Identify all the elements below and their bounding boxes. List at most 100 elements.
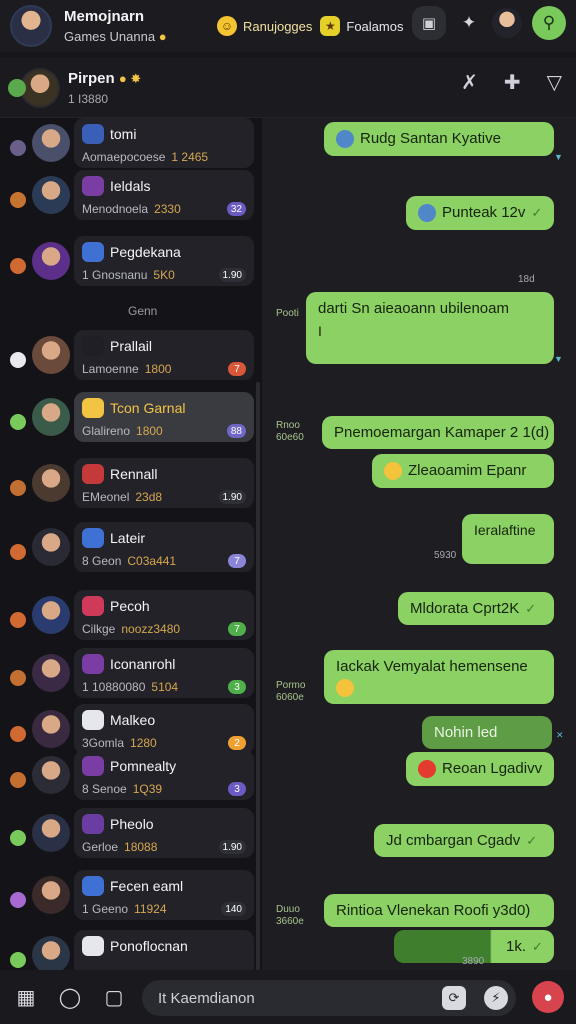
chat-card[interactable]: Fecen eaml 1 Geeno 11924 140 [74, 870, 254, 920]
chat-card[interactable]: Rennall EMeonel 23d8 1.90 [74, 458, 254, 508]
user-avatar[interactable] [10, 5, 52, 47]
chat-name-row: Tcon Garnal [82, 398, 246, 418]
app-icon [82, 398, 104, 418]
chat-card[interactable]: Pomnealty 8 Senoe 1Q39 3 [74, 750, 254, 800]
avatar[interactable] [32, 936, 70, 970]
microphone-icon[interactable]: ● [532, 981, 564, 1013]
emoji-icon[interactable]: ⚡ [484, 986, 508, 1010]
chat-list-item[interactable]: Rennall EMeonel 23d8 1.90 [6, 458, 254, 514]
chat-name-row: Pheolo [82, 814, 246, 834]
chat-preview: Lamoenne [82, 362, 139, 376]
media-icon[interactable]: ▢ [98, 981, 130, 1013]
contact-info[interactable]: Pirpen ● ✸ 1 I3880 [68, 70, 141, 106]
message-bubble[interactable]: Rudg Santan Kyative [324, 122, 554, 157]
message-bubble[interactable]: Pnemoemargan Kamaper 2 1(d) [322, 416, 554, 449]
avatar[interactable] [32, 596, 70, 634]
chat-card[interactable]: Ponoflocnan [74, 930, 254, 970]
avatar[interactable] [32, 336, 70, 374]
chat-list-item[interactable]: Prallail Lamoenne 1800 7 [6, 330, 254, 386]
chat-list-item[interactable]: Pomnealty 8 Senoe 1Q39 3 [6, 750, 254, 806]
chat-list-item[interactable]: Ponoflocnan [6, 930, 254, 970]
message-bubble[interactable]: Reoan Lgadivv [406, 752, 554, 787]
avatar[interactable] [32, 876, 70, 914]
chat-list-item[interactable]: tomi Aomaepocoese 1 2465 [6, 118, 254, 174]
app-title-block: Memojnarn Games Unanna ● [64, 8, 209, 44]
message-bubble[interactable]: darti Sn aieaoann ubilenoam I [306, 292, 554, 364]
chat-name-row: Rennall [82, 464, 246, 484]
tools-icon[interactable]: ✗ [461, 70, 478, 95]
avatar[interactable] [32, 756, 70, 794]
bird-icon[interactable]: ✦ [456, 10, 482, 36]
chat-preview: Menodnoela [82, 202, 149, 216]
unread-badge: 2 [228, 736, 246, 750]
chat-preview-row: 1 10880080 5104 3 [82, 680, 246, 694]
chat-card[interactable]: Iconanrohl 1 10880080 5104 3 [74, 648, 254, 698]
sidebar-scrollbar[interactable] [256, 382, 260, 970]
message-input[interactable] [158, 989, 428, 1007]
avatar[interactable] [32, 124, 70, 162]
avatar[interactable] [32, 398, 70, 436]
message-bubble[interactable]: Jd cmbargan Cgadv ✓ [374, 824, 554, 857]
unread-badge: 88 [226, 424, 246, 438]
message-bubble[interactable]: Rintioa Vlenekan Roofi y3d0) [324, 894, 554, 927]
message-bubble[interactable]: Nohin led [422, 716, 552, 749]
chat-card[interactable]: Pecoh Cilkge noozz3480 7 [74, 590, 254, 640]
chat-list-item[interactable]: Pegdekana 1 Gnosnanu 5K0 1.90 [6, 236, 254, 292]
status-chip-1[interactable]: ☺ Ranujogges [217, 16, 312, 36]
status-chip-2[interactable]: ★ Foalamos [320, 16, 403, 36]
pin-icon[interactable]: ✚ [504, 70, 521, 95]
chat-card[interactable]: Ieldals Menodnoela 2330 32 [74, 170, 254, 220]
attach-icon[interactable]: ⟳ [442, 986, 466, 1010]
chat-list-item[interactable]: Fecen eaml 1 Geeno 11924 140 [6, 870, 254, 926]
avatar[interactable] [32, 654, 70, 692]
avatar[interactable] [32, 242, 70, 280]
chat-card[interactable]: Tcon Garnal Glalireno 1800 88 [74, 392, 254, 442]
chat-name: Prallail [110, 338, 153, 354]
chat-list-item[interactable]: Iconanrohl 1 10880080 5104 3 [6, 648, 254, 704]
chat-list-item[interactable]: Pheolo Gerloe 18088 1.90 [6, 808, 254, 864]
chat-list-item[interactable]: Tcon Garnal Glalireno 1800 88 [6, 392, 254, 448]
chat-list-item[interactable]: Pecoh Cilkge noozz3480 7 [6, 590, 254, 646]
avatar[interactable] [32, 464, 70, 502]
chat-card[interactable]: Prallail Lamoenne 1800 7 [74, 330, 254, 380]
red-emoji-icon [418, 760, 436, 779]
status-indicator-icon [8, 828, 28, 848]
lock-icon[interactable]: ▣ [412, 6, 446, 40]
contact-avatar[interactable] [20, 67, 60, 108]
unread-badge: 7 [228, 622, 246, 636]
smile-emoji-icon [384, 462, 402, 481]
chat-header: Pirpen ● ✸ 1 I3880 ✗ ✚ ▽ [0, 58, 576, 118]
app-icon [82, 242, 104, 262]
bottom-bar: ▦ ◯ ▢ ⟳ ⚡ ● [0, 970, 576, 1024]
message-bubble[interactable]: Mldorata Cprt2K ✓ [398, 592, 554, 625]
check-icon: ✓ [532, 939, 543, 954]
chat-card[interactable]: Malkeo 3Gomla 1280 2 [74, 704, 254, 754]
chat-icon[interactable]: ◯ [54, 981, 86, 1013]
chat-meta: 2330 [154, 202, 181, 216]
chat-list-item[interactable]: Lateir 8 Geon C03a441 7 [6, 522, 254, 578]
app-icon [82, 528, 104, 548]
avatar[interactable] [32, 814, 70, 852]
chat-card[interactable]: tomi Aomaepocoese 1 2465 [74, 118, 254, 168]
message-bubble[interactable]: Iackak Vemyalat hemensene [324, 650, 554, 704]
avatar[interactable] [32, 528, 70, 566]
grid-icon[interactable]: ▦ [10, 981, 42, 1013]
chat-card[interactable]: Lateir 8 Geon C03a441 7 [74, 522, 254, 572]
filter-icon[interactable]: ▽ [547, 70, 562, 95]
search-icon[interactable]: ⚲ [532, 6, 566, 40]
message-bubble[interactable]: Zleaoamim Epanr [372, 454, 554, 489]
message-bubble[interactable]: Punteak 12v ✓ [406, 196, 554, 231]
chat-card[interactable]: Pegdekana 1 Gnosnanu 5K0 1.90 [74, 236, 254, 286]
app-icon [82, 336, 104, 356]
profile-avatar[interactable] [492, 8, 522, 38]
chat-name-row: Ponoflocnan [82, 936, 246, 956]
chat-list-item[interactable]: Ieldals Menodnoela 2330 32 [6, 170, 254, 226]
chat-name: Pheolo [110, 816, 154, 832]
avatar[interactable] [32, 710, 70, 748]
status-indicator-icon [8, 412, 28, 432]
avatar[interactable] [32, 176, 70, 214]
app-icon [82, 876, 104, 896]
contact-name: Pirpen ● ✸ [68, 69, 142, 87]
message-bubble[interactable]: Ieralaftine [462, 514, 554, 564]
chat-card[interactable]: Pheolo Gerloe 18088 1.90 [74, 808, 254, 858]
